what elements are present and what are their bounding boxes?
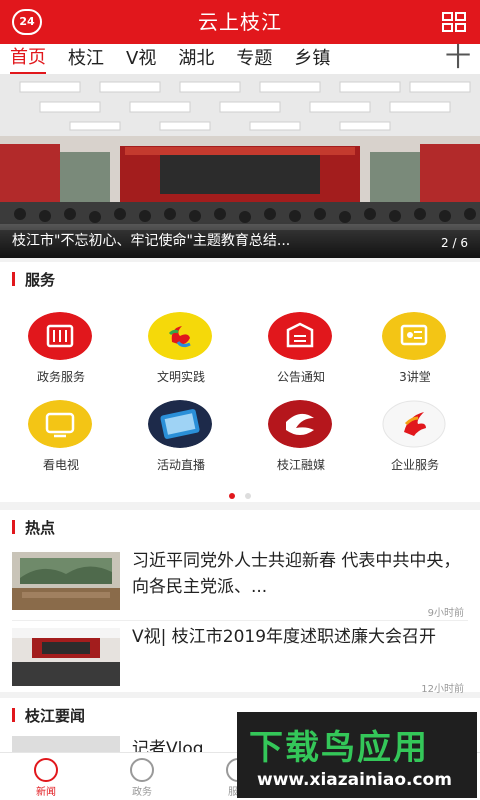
news-time: 12小时前 <box>421 684 464 695</box>
banner-pager: 2 / 6 <box>441 236 468 250</box>
services-page-dots <box>0 484 480 503</box>
enterprise-icon <box>382 400 446 448</box>
tab-topics[interactable]: 专题 <box>236 45 272 73</box>
service-enterprise-label: 企业服务 <box>390 458 439 472</box>
zhijiang-news-title: 枝江要闻 <box>25 706 86 725</box>
service-notice-label: 公告通知 <box>276 370 325 384</box>
section-marker <box>12 708 15 722</box>
tab-fade <box>416 44 436 74</box>
banner-carousel[interactable]: 枝江市"不忘初心、牢记使命"主题教育总结... 2 / 6 <box>0 74 480 258</box>
banner-caption-overlay: 枝江市"不忘初心、牢记使命"主题教育总结... 2 / 6 <box>0 222 480 258</box>
hot-section: 热点 习近平同党外人士共迎新春 代表中共中央，向各民主党派、... 9小时前 V… <box>0 510 480 695</box>
service-civilization[interactable]: 文明实践 <box>126 306 236 390</box>
banner-pager-current: 2 <box>441 236 449 250</box>
services-header: 服务 <box>0 262 480 296</box>
section-marker <box>12 272 15 286</box>
lecture-icon <box>382 312 446 360</box>
banner-pager-total: 6 <box>460 236 468 250</box>
news-time: 9小时前 <box>427 608 464 619</box>
services-title: 服务 <box>25 270 56 289</box>
tab-home[interactable]: 首页 <box>10 44 46 74</box>
service-lecture-label: 3讲堂 <box>399 370 431 384</box>
app-title: 云上枝江 <box>198 10 282 34</box>
service-media[interactable]: 枝江融媒 <box>246 394 356 478</box>
tab-towns[interactable]: 乡镇 <box>294 45 330 73</box>
service-tv[interactable]: 看电视 <box>6 394 116 478</box>
service-media-label: 枝江融媒 <box>276 458 325 472</box>
service-civilization-label: 文明实践 <box>156 370 205 384</box>
channel-tabs: 首页 枝江 V视 湖北 专题 乡镇 十 <box>0 44 480 74</box>
app-screen: 24 云上枝江 首页 枝江 V视 湖北 专题 乡镇 十 枝江市"不忘初心、牢记使… <box>0 0 480 800</box>
nav-government-label: 政务 <box>132 787 152 798</box>
civilization-icon <box>148 312 212 360</box>
notice-icon <box>268 312 332 360</box>
app-header: 24 云上枝江 <box>0 0 480 44</box>
section-marker <box>12 520 15 534</box>
page-dot[interactable] <box>244 493 251 499</box>
services-section: 服务 政务服务 文明实践 公告通知 3讲堂 看电视 活动直播 枝江融媒 企业服务 <box>0 262 480 502</box>
watermark-url: www.xiazainiao.com <box>257 770 452 790</box>
service-notice[interactable]: 公告通知 <box>246 306 356 390</box>
news-item[interactable]: V视| 枝江市2019年度述职述廉大会召开 12小时前 <box>12 624 468 695</box>
service-government-label: 政务服务 <box>36 370 85 384</box>
government-nav-icon <box>130 758 154 782</box>
hot-title: 热点 <box>25 518 56 537</box>
tab-hubei[interactable]: 湖北 <box>178 45 214 73</box>
service-lecture[interactable]: 3讲堂 <box>360 306 470 390</box>
nav-news-label: 新闻 <box>36 787 56 798</box>
news-thumbnail <box>12 628 120 686</box>
grid-icon[interactable] <box>442 12 466 32</box>
news-headline[interactable]: 习近平同党外人士共迎新春 代表中共中央，向各民主党派、... <box>132 548 468 600</box>
tab-zhijiang[interactable]: 枝江 <box>68 45 104 73</box>
news-thumbnail <box>12 552 120 610</box>
media-icon <box>268 400 332 448</box>
service-live[interactable]: 活动直播 <box>126 394 236 478</box>
news-divider <box>12 620 468 621</box>
service-tv-label: 看电视 <box>42 458 79 472</box>
hot-header: 热点 <box>0 510 480 544</box>
service-live-label: 活动直播 <box>156 458 205 472</box>
service-enterprise[interactable]: 企业服务 <box>360 394 470 478</box>
watermark-title: 下载鸟应用 <box>249 728 429 768</box>
news-icon <box>34 758 58 782</box>
news-headline[interactable]: V视| 枝江市2019年度述职述廉大会召开 <box>132 624 468 676</box>
government-icon <box>28 312 92 360</box>
live-icon <box>148 400 212 448</box>
tab-video[interactable]: V视 <box>126 45 156 73</box>
watermark: 下载鸟应用 www.xiazainiao.com <box>237 712 477 798</box>
page-dot-active[interactable] <box>229 493 236 499</box>
news-item[interactable]: 习近平同党外人士共迎新春 代表中共中央，向各民主党派、... 9小时前 <box>12 548 468 619</box>
tv-icon <box>28 400 92 448</box>
nav-government[interactable]: 政务 <box>112 753 172 800</box>
nav-news[interactable]: 新闻 <box>16 753 76 800</box>
banner-caption[interactable]: 枝江市"不忘初心、牢记使命"主题教育总结... <box>12 230 392 250</box>
service-government[interactable]: 政务服务 <box>6 306 116 390</box>
tab-more-button[interactable]: 十 <box>436 44 480 74</box>
